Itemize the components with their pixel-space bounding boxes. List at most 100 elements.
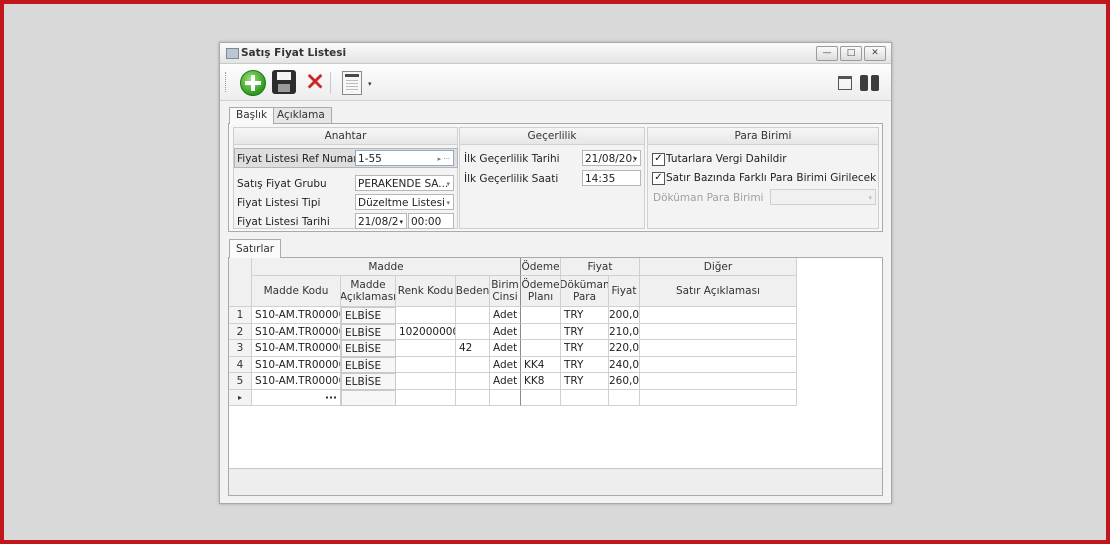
cell-renk-kodu[interactable] (396, 340, 456, 357)
cell-beden[interactable] (456, 307, 490, 324)
new-row-indicator-icon[interactable]: ▸ (229, 389, 252, 406)
binoculars-icon[interactable] (860, 71, 880, 92)
col-birim-cinsi[interactable]: Birim Cinsi (490, 276, 521, 307)
cell-dokuman-para[interactable]: TRY (561, 307, 609, 324)
cell-fiyat[interactable]: 240,0 (609, 356, 640, 373)
list-time-input[interactable]: 00:00 (408, 213, 454, 229)
list-date-input[interactable]: 21/08/2 ▾ (355, 213, 407, 229)
close-button[interactable]: ✕ (864, 46, 886, 61)
cell-madde-aciklamasi[interactable]: ELBİSE (341, 356, 396, 373)
list-type-select[interactable]: Düzeltme Listesi ▾ (355, 194, 454, 210)
new-row-cell[interactable] (396, 389, 456, 406)
col-odeme-plani[interactable]: Ödeme Planı (521, 276, 561, 307)
tab-satirlar[interactable]: Satırlar (229, 239, 282, 258)
cell-satir-aciklamasi[interactable] (640, 340, 797, 357)
col-renk-kodu[interactable]: Renk Kodu (396, 276, 456, 307)
maximize-button[interactable]: □ (840, 46, 862, 61)
cell-odeme-plani[interactable] (521, 323, 561, 340)
cell-madde-aciklamasi[interactable]: ELBİSE (341, 373, 396, 390)
cell-beden[interactable] (456, 356, 490, 373)
cell-satir-aciklamasi[interactable] (640, 307, 797, 324)
row-number[interactable]: 5 (229, 373, 252, 390)
row-number[interactable]: 4 (229, 356, 252, 373)
new-row-cell[interactable] (521, 389, 561, 406)
cell-madde-kodu[interactable]: S10-AM.TR000001 (252, 356, 341, 373)
ref-number-input[interactable]: 1-55 ▸ ··· (355, 150, 454, 166)
report-document-icon[interactable] (342, 71, 362, 95)
cell-madde-aciklamasi[interactable]: ELBİSE (341, 323, 396, 340)
cell-odeme-plani[interactable] (521, 340, 561, 357)
cell-renk-kodu[interactable]: 1020000003 (396, 323, 456, 340)
ref-number-buttons[interactable]: ▸ ··· (438, 151, 450, 165)
col-satir-aciklamasi[interactable]: Satır Açıklaması (640, 276, 797, 307)
bed-icon[interactable] (838, 76, 852, 90)
minimize-button[interactable]: — (816, 46, 838, 61)
new-row-ellipsis-button[interactable]: ··· (252, 389, 341, 406)
col-madde-kodu[interactable]: Madde Kodu (252, 276, 341, 307)
cell-fiyat[interactable]: 210,0 (609, 323, 640, 340)
cell-renk-kodu[interactable] (396, 307, 456, 324)
cell-birim-cinsi[interactable]: Adet (490, 323, 521, 340)
report-dropdown-arrow-icon[interactable]: ▾ (368, 80, 372, 88)
new-row-cell[interactable] (561, 389, 609, 406)
new-row-cell[interactable] (341, 389, 396, 406)
cell-fiyat[interactable]: 200,0 (609, 307, 640, 324)
row-number[interactable]: 2 (229, 323, 252, 340)
col-fiyat[interactable]: Fiyat (609, 276, 640, 307)
col-madde-aciklamasi[interactable]: Madde Açıklaması (341, 276, 396, 307)
chevron-down-icon[interactable]: ▾ (868, 190, 872, 204)
cell-beden[interactable]: 42 (456, 340, 490, 357)
price-group-select[interactable]: PERAKENDE SA... ▾ (355, 175, 454, 191)
new-row-cell[interactable] (456, 389, 490, 406)
cell-birim-cinsi[interactable]: Adet (490, 373, 521, 390)
valid-time-input[interactable]: 14:35 (582, 170, 641, 186)
cell-beden[interactable] (456, 323, 490, 340)
cell-renk-kodu[interactable] (396, 373, 456, 390)
cell-fiyat[interactable]: 220,0 (609, 340, 640, 357)
cell-dokuman-para[interactable]: TRY (561, 323, 609, 340)
cell-odeme-plani[interactable]: KK4 (521, 356, 561, 373)
row-number[interactable]: 1 (229, 307, 252, 324)
row-number[interactable]: 3 (229, 340, 252, 357)
cell-satir-aciklamasi[interactable] (640, 323, 797, 340)
chevron-down-icon[interactable]: ▾ (446, 195, 450, 209)
cell-satir-aciklamasi[interactable] (640, 373, 797, 390)
cell-madde-aciklamasi[interactable]: ELBİSE (341, 307, 396, 324)
cell-beden[interactable] (456, 373, 490, 390)
cell-madde-kodu[interactable]: S10-AM.TR000001 (252, 323, 341, 340)
col-dokuman-para[interactable]: Döküman Para (561, 276, 609, 307)
col-beden[interactable]: Beden (456, 276, 490, 307)
new-row-cell[interactable] (490, 389, 521, 406)
cell-madde-kodu[interactable]: S10-AM.TR000001 (252, 373, 341, 390)
cell-birim-cinsi[interactable]: Adet (490, 356, 521, 373)
new-row-cell[interactable] (640, 389, 797, 406)
cell-odeme-plani[interactable] (521, 307, 561, 324)
plus-circle-icon[interactable] (240, 70, 266, 96)
chevron-down-icon[interactable]: ▾ (446, 176, 450, 190)
cell-madde-kodu[interactable]: S10-AM.TR000001 (252, 307, 341, 324)
cell-birim-cinsi[interactable]: Adet (490, 340, 521, 357)
cell-satir-aciklamasi[interactable] (640, 356, 797, 373)
cell-dokuman-para[interactable]: TRY (561, 356, 609, 373)
toolbar-grip[interactable] (225, 72, 228, 92)
floppy-disk-icon[interactable] (272, 70, 296, 94)
new-row-cell[interactable] (609, 389, 640, 406)
cell-madde-kodu[interactable]: S10-AM.TR000001 (252, 340, 341, 357)
valid-date-input[interactable]: 21/08/20: ▾ (582, 150, 641, 166)
tab-baslik[interactable]: Başlık (229, 107, 275, 124)
cell-odeme-plani[interactable]: KK8 (521, 373, 561, 390)
red-x-icon[interactable]: ✕ (303, 70, 327, 94)
cell-madde-aciklamasi[interactable]: ELBİSE (341, 340, 396, 357)
chevron-down-icon[interactable]: ▾ (633, 151, 637, 165)
cell-renk-kodu[interactable] (396, 356, 456, 373)
cell-dokuman-para[interactable]: TRY (561, 340, 609, 357)
cell-dokuman-para[interactable]: TRY (561, 373, 609, 390)
cell-birim-cinsi[interactable]: Adet (490, 307, 521, 324)
chevron-down-icon[interactable]: ▾ (399, 214, 403, 228)
line-currency-checkbox[interactable]: ✓ (652, 172, 665, 185)
cell-fiyat[interactable]: 260,0 (609, 373, 640, 390)
title-bar[interactable]: Satış Fiyat Listesi — □ ✕ (220, 43, 891, 64)
tab-aciklama[interactable]: Açıklama (270, 107, 332, 123)
vat-included-checkbox[interactable]: ✓ (652, 153, 665, 166)
doc-currency-select[interactable]: ▾ (770, 189, 876, 205)
